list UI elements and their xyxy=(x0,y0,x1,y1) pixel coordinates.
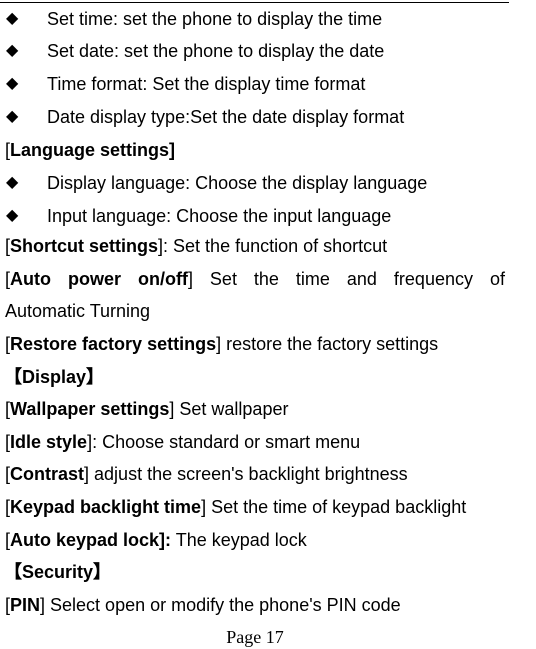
shortcut-settings-title: Shortcut settings xyxy=(10,236,159,256)
idle-style-title: Idle style xyxy=(10,432,88,452)
bullet-input-language: Input language: Choose the input languag… xyxy=(47,206,392,226)
bullet-set-time: Set time: set the phone to display the t… xyxy=(47,9,383,29)
page-number: Page 17 xyxy=(226,627,284,647)
diamond-bullet-icon: ◆ xyxy=(6,108,19,125)
bullet-display-language: Display language: Choose the display lan… xyxy=(47,173,428,193)
diamond-bullet-icon: ◆ xyxy=(6,75,19,92)
diamond-bullet-icon: ◆ xyxy=(6,207,19,224)
wallpaper-title: Wallpaper settings xyxy=(10,399,170,419)
diamond-bullet-icon: ◆ xyxy=(6,174,19,191)
pin-entry: [PIN] Select open or modify the phone's … xyxy=(5,595,401,615)
language-settings-heading: [Language settings] xyxy=(5,140,176,160)
wallpaper-entry: [Wallpaper settings] Set wallpaper xyxy=(5,399,289,419)
language-settings-title: Language settings] xyxy=(10,140,176,160)
contrast-entry: [Contrast] adjust the screen's backlight… xyxy=(5,464,408,484)
diamond-bullet-icon: ◆ xyxy=(6,42,19,59)
auto-power-word: Auto xyxy=(10,269,51,289)
restore-factory-entry: [Restore factory settings] restore the f… xyxy=(5,334,439,354)
contrast-title: Contrast xyxy=(10,464,85,484)
display-section-heading: 【Display】 xyxy=(4,367,105,387)
auto-keypad-lock-title: Auto keypad lock]: xyxy=(10,530,172,550)
bullet-set-date: Set date: set the phone to display the d… xyxy=(47,41,385,61)
top-rule xyxy=(0,2,509,3)
pin-title: PIN xyxy=(10,595,41,615)
idle-style-entry: [Idle style]: Choose standard or smart m… xyxy=(5,432,361,452)
security-section-heading: 【Security】 xyxy=(4,562,112,582)
diamond-bullet-icon: ◆ xyxy=(6,10,19,27)
auto-power-entry: [Auto power on/off] Set the time and fre… xyxy=(5,269,505,289)
restore-factory-title: Restore factory settings xyxy=(10,334,217,354)
auto-power-word: power xyxy=(67,269,121,289)
shortcut-settings-entry: [Shortcut settings]: Set the function of… xyxy=(5,236,388,256)
auto-power-word: on/off xyxy=(137,269,188,289)
bullet-date-display-type: Date display type:Set the date display f… xyxy=(47,107,405,127)
keypad-backlight-entry: [Keypad backlight time] Set the time of … xyxy=(5,497,467,517)
auto-power-continuation: Automatic Turning xyxy=(5,301,151,321)
auto-keypad-lock-entry: [Auto keypad lock]: The keypad lock xyxy=(5,530,307,550)
keypad-backlight-title: Keypad backlight time xyxy=(10,497,202,517)
bullet-time-format: Time format: Set the display time format xyxy=(47,74,366,94)
